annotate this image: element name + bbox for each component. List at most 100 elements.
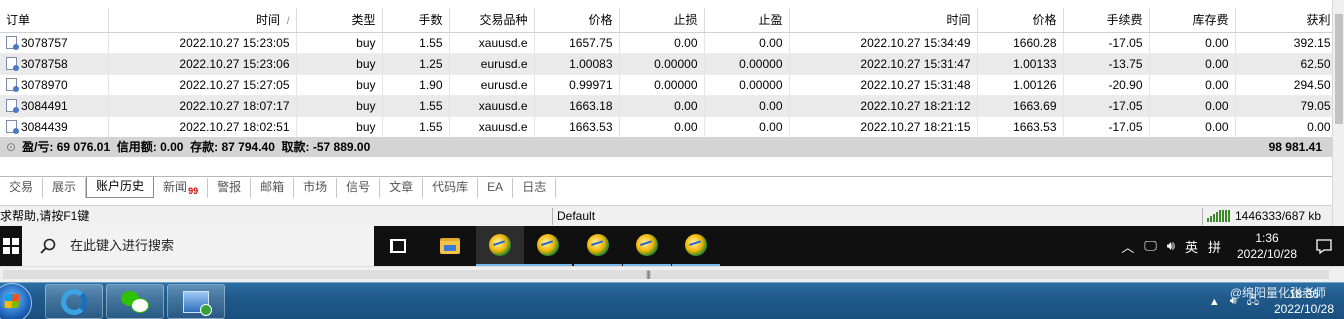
- account-history-table: 订单 时间 / 类型 手数 交易品种 价格 止损 止盈 时间 价格 手续费 库存…: [0, 8, 1338, 138]
- terminal-vertical-scrollbar[interactable]: [1332, 0, 1344, 226]
- cell-symbol: xauusd.e: [449, 32, 535, 54]
- tab-0[interactable]: 交易: [0, 178, 44, 198]
- connection-bars-icon: [1207, 210, 1231, 222]
- action-center-button[interactable]: [1304, 238, 1344, 254]
- horizontal-scrollbar[interactable]: |||: [0, 266, 1344, 282]
- cell-lots-value: 1.55: [419, 35, 443, 50]
- column-header-swap[interactable]: 库存费: [1149, 8, 1236, 33]
- ime-indicator[interactable]: 英: [1185, 237, 1198, 256]
- column-header-ticket[interactable]: 订单: [0, 8, 109, 33]
- cell-lots-value: 1.90: [419, 77, 443, 92]
- scrollbar-thumb[interactable]: [1335, 14, 1343, 124]
- column-header-commission[interactable]: 手续费: [1063, 8, 1150, 33]
- tab-3[interactable]: 新闻99: [154, 178, 209, 198]
- cell-commission-value: -17.05: [1108, 35, 1143, 50]
- task-view-button[interactable]: [374, 226, 422, 266]
- column-header-stop-loss[interactable]: 止损: [619, 8, 705, 33]
- table-row[interactable]: 3084491 2022.10.27 18:07:17 buy 1.55 xauusd.…: [0, 95, 1338, 117]
- tab-6[interactable]: 市场: [294, 178, 338, 198]
- mt4-icon: [587, 234, 609, 256]
- column-header-symbol[interactable]: 交易品种: [449, 8, 535, 33]
- network-icon[interactable]: 🖵: [1144, 238, 1157, 254]
- table-row[interactable]: 3078757 2022.10.27 15:23:05 buy 1.55 xauusd.…: [0, 32, 1338, 54]
- tab-1[interactable]: 展示: [43, 178, 87, 198]
- start-button[interactable]: [0, 226, 22, 266]
- cell-take-profit: 0.00: [704, 95, 790, 117]
- tab-10[interactable]: EA: [478, 178, 514, 198]
- tab-label: 展示: [52, 180, 77, 194]
- cell-close-price: 1663.53: [977, 116, 1064, 138]
- tab-7[interactable]: 信号: [337, 178, 381, 198]
- taskbar-search-box[interactable]: 在此键入进行搜索: [22, 226, 374, 266]
- tab-label: 账户历史: [96, 179, 145, 193]
- cell-close-time: 2022.10.27 18:21:15: [789, 116, 978, 138]
- tab-11[interactable]: 日志: [513, 178, 557, 198]
- cell-order-ticket-value: 3078970: [21, 77, 68, 92]
- volume-icon[interactable]: 🔊︎: [1230, 295, 1237, 308]
- start-orb-button[interactable]: [0, 283, 32, 319]
- taskbar-remote-desktop[interactable]: [167, 284, 225, 319]
- taskbar-mt4-app[interactable]: [574, 226, 622, 266]
- table-row[interactable]: 3078758 2022.10.27 15:23:06 buy 1.25 eurusd.…: [0, 53, 1338, 75]
- taskbar-mt4-app[interactable]: [672, 226, 720, 266]
- folder-icon: [440, 238, 460, 254]
- column-header-close-price[interactable]: 价格: [977, 8, 1064, 33]
- system-clock[interactable]: 1:36 2022/10/28: [1230, 230, 1304, 262]
- cell-commission-value: -17.05: [1108, 119, 1143, 134]
- cell-open-price: 0.99971: [534, 74, 620, 96]
- tab-8[interactable]: 文章: [380, 178, 424, 198]
- cell-commission: -17.05: [1063, 116, 1150, 138]
- volume-icon[interactable]: 🔊︎: [1167, 238, 1175, 254]
- cell-close-price: 1660.28: [977, 32, 1064, 54]
- table-row[interactable]: 3084439 2022.10.27 18:02:51 buy 1.55 xauusd.…: [0, 116, 1338, 138]
- cell-open-time-value: 2022.10.27 18:02:51: [179, 119, 290, 134]
- cell-open-price: 1657.75: [534, 32, 620, 54]
- column-header-type[interactable]: 类型: [296, 8, 383, 33]
- cell-close-time-value: 2022.10.27 18:21:12: [860, 98, 971, 113]
- column-header-close-time[interactable]: 时间: [789, 8, 978, 33]
- status-help-text: 求帮助,请按F1键: [0, 209, 90, 223]
- tray-chevron-up-icon[interactable]: ︿: [1121, 237, 1134, 256]
- taskbar-mt4-app[interactable]: [524, 226, 572, 266]
- tray-chevron-up-icon[interactable]: ▲: [1209, 296, 1220, 308]
- taskbar-mt4-app[interactable]: [476, 226, 524, 266]
- summary-credit: 信用额: 0.00: [116, 140, 184, 154]
- column-header-open-price[interactable]: 价格: [534, 8, 620, 33]
- cell-stop-loss-value: 0.00000: [654, 56, 698, 71]
- system-clock-win7[interactable]: 18:36 2022/10/28: [1264, 287, 1344, 317]
- summary-profit-loss: 盈/亏: 69 076.01: [22, 140, 111, 154]
- cell-open-time-value: 2022.10.27 15:27:05: [179, 77, 290, 92]
- taskbar-file-explorer[interactable]: [426, 226, 474, 266]
- column-header-profit[interactable]: 获利: [1235, 8, 1338, 33]
- taskbar-wechat[interactable]: [106, 284, 164, 319]
- tab-9[interactable]: 代码库: [423, 178, 479, 198]
- cell-open-time-value: 2022.10.27 18:07:17: [179, 98, 290, 113]
- column-header-take-profit[interactable]: 止盈: [704, 8, 790, 33]
- taskbar-edge-browser[interactable]: [45, 284, 103, 319]
- cell-symbol: xauusd.e: [449, 95, 535, 117]
- network-icon[interactable]: 🖧: [1247, 292, 1259, 311]
- cell-commission: -17.05: [1063, 95, 1150, 117]
- cell-swap: 0.00: [1149, 116, 1236, 138]
- cell-take-profit: 0.00: [704, 116, 790, 138]
- cell-open-time: 2022.10.27 18:07:17: [108, 95, 297, 117]
- tab-4[interactable]: 警报: [208, 178, 252, 198]
- cell-close-time-value: 2022.10.27 18:21:15: [860, 119, 971, 134]
- cell-close-price-value: 1663.69: [1013, 98, 1057, 113]
- taskbar-mt4-app[interactable]: [623, 226, 671, 266]
- tab-2[interactable]: 账户历史: [86, 177, 155, 198]
- tab-5[interactable]: 邮箱: [251, 178, 295, 198]
- cell-lots: 1.55: [382, 116, 450, 138]
- column-header-lots[interactable]: 手数: [382, 8, 450, 33]
- cell-swap: 0.00: [1149, 53, 1236, 75]
- cell-order-ticket-value: 3084491: [21, 98, 68, 113]
- cell-stop-loss-value: 0.00000: [654, 77, 698, 92]
- search-icon: [40, 238, 56, 254]
- scrollbar-thumb[interactable]: [3, 270, 1329, 279]
- cell-order-type-value: buy: [356, 35, 376, 50]
- column-header-open-time[interactable]: 时间 /: [108, 8, 297, 33]
- table-row[interactable]: 3078970 2022.10.27 15:27:05 buy 1.90 eurusd.…: [0, 74, 1338, 96]
- cell-open-price: 1663.18: [534, 95, 620, 117]
- ime-mode-icon[interactable]: 拼: [1208, 237, 1221, 256]
- cell-stop-loss-value: 0.00: [674, 98, 698, 113]
